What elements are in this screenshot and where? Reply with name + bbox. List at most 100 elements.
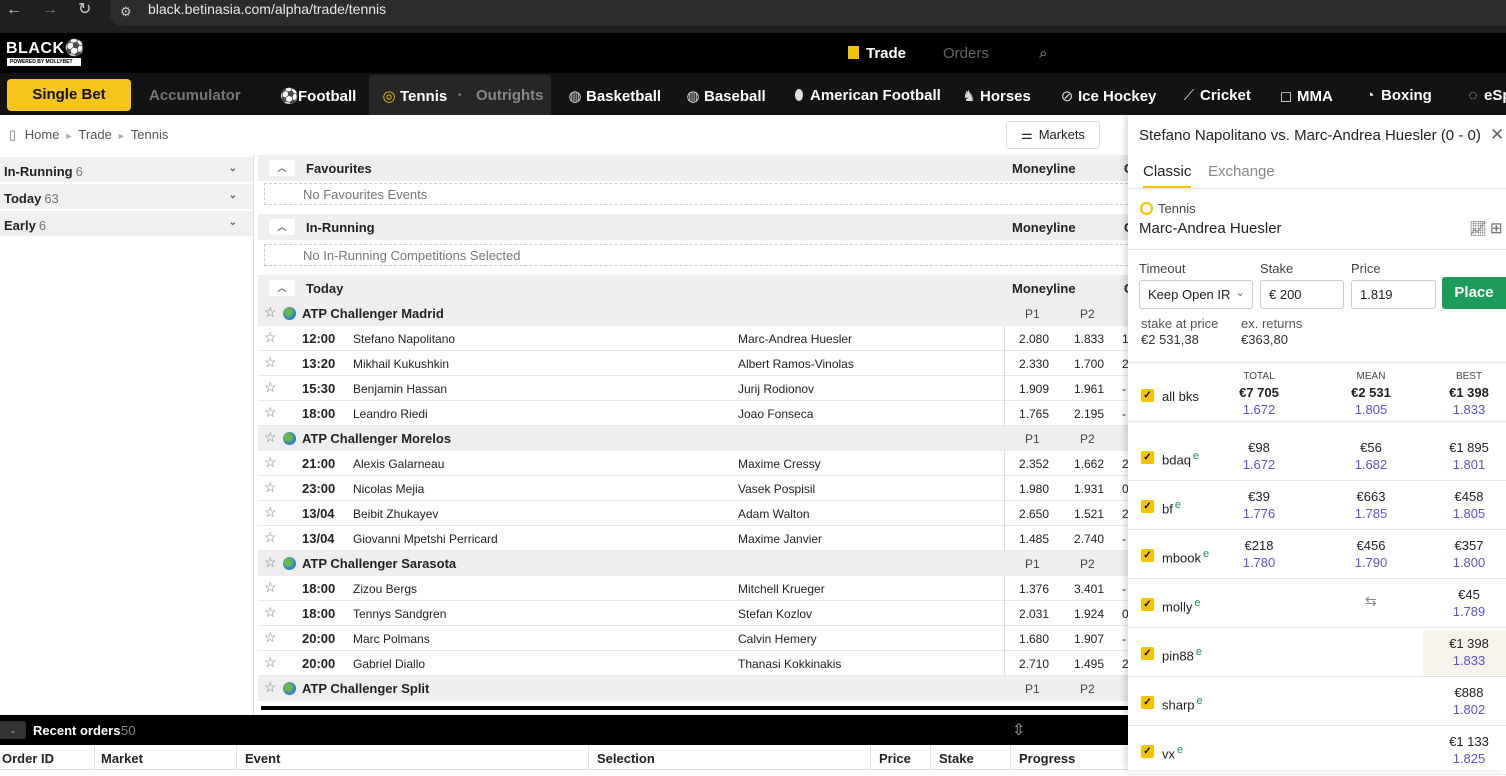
total-price[interactable]: 1.780 <box>1224 555 1294 570</box>
stake-input[interactable]: € 200 <box>1260 280 1344 309</box>
mean-price[interactable]: 1.785 <box>1336 506 1406 521</box>
col-progress[interactable]: Progress <box>1019 751 1075 776</box>
url-text[interactable]: black.betinasia.com/alpha/trade/tennis <box>148 1 386 17</box>
best-price[interactable]: 1.800 <box>1434 555 1504 570</box>
p1-price[interactable]: 1.909 <box>997 382 1049 396</box>
star-icon[interactable]: ☆ <box>264 504 277 521</box>
home-player[interactable]: Marc Polmans <box>353 632 430 646</box>
home-player[interactable]: Alexis Galarneau <box>353 457 444 471</box>
home-player[interactable]: Stefano Napolitano <box>353 332 455 346</box>
home-player[interactable]: Zizou Bergs <box>353 582 417 596</box>
sport-tab-cricket[interactable]: ⟋ Cricket <box>1182 87 1251 104</box>
home-player[interactable]: Benjamin Hassan <box>353 382 447 396</box>
best-price[interactable]: 1.833 <box>1434 653 1504 668</box>
p2-price[interactable]: 1.924 <box>1052 607 1104 621</box>
star-icon[interactable]: ☆ <box>264 554 277 571</box>
bookie-checkbox[interactable]: ✓ <box>1141 451 1154 464</box>
logo[interactable]: BLACK⚽ <box>6 38 85 58</box>
price-input[interactable]: 1.819 <box>1351 280 1436 309</box>
p2-price[interactable]: 1.662 <box>1052 457 1104 471</box>
match-row[interactable]: ☆ 18:00 Zizou Bergs Mitchell Krueger 1.376 3.… <box>258 576 1128 601</box>
away-player[interactable]: Thanasi Kokkinakis <box>738 657 841 671</box>
sidebar-toggle-icon[interactable]: ▯ <box>9 127 16 142</box>
match-row[interactable]: ☆ 20:00 Marc Polmans Calvin Hemery 1.680 1.90… <box>258 626 1128 651</box>
breadcrumb-home[interactable]: Home <box>25 127 60 142</box>
star-icon[interactable]: ☆ <box>264 629 277 646</box>
p2-price[interactable]: 1.700 <box>1052 357 1104 371</box>
reload-icon[interactable]: ↻ <box>78 0 91 20</box>
p1-price[interactable]: 1.765 <box>997 407 1049 421</box>
best-price[interactable]: 1.789 <box>1434 604 1504 619</box>
markets-button[interactable]: ⚌ Markets <box>1006 121 1100 149</box>
p1-price[interactable]: 2.080 <box>997 332 1049 346</box>
star-icon[interactable]: ☆ <box>264 404 277 421</box>
match-row[interactable]: ☆ 13/04 Beibit Zhukayev Adam Walton 2.650 1.5… <box>258 501 1128 526</box>
chart-icon[interactable]: 📈︎ <box>1469 220 1487 237</box>
sport-tab-horses[interactable]: ♞ Horses <box>962 87 1031 105</box>
bookie-checkbox[interactable]: ✓ <box>1141 647 1154 660</box>
away-player[interactable]: Maxime Janvier <box>738 532 822 546</box>
away-player[interactable]: Maxime Cressy <box>738 457 821 471</box>
p1-price[interactable]: 1.485 <box>997 532 1049 546</box>
p2-price[interactable]: 1.931 <box>1052 482 1104 496</box>
home-player[interactable]: Tennys Sandgren <box>353 607 446 621</box>
match-row[interactable]: ☆ 15:30 Benjamin Hassan Jurij Rodionov 1.909… <box>258 376 1128 401</box>
forward-icon[interactable]: → <box>42 0 58 20</box>
competition-name[interactable]: ATP Challenger Split <box>302 681 429 696</box>
competition-name[interactable]: ATP Challenger Sarasota <box>302 556 456 571</box>
all-bookies-checkbox[interactable]: ✓ <box>1141 389 1154 402</box>
star-icon[interactable]: ☆ <box>264 579 277 596</box>
p2-price[interactable]: 2.740 <box>1052 532 1104 546</box>
breadcrumb-tennis[interactable]: Tennis <box>131 127 169 142</box>
star-icon[interactable]: ☆ <box>264 329 277 346</box>
away-player[interactable]: Calvin Hemery <box>738 632 817 646</box>
away-player[interactable]: Joao Fonseca <box>738 407 813 421</box>
star-icon[interactable]: ☆ <box>264 479 277 496</box>
match-row[interactable]: ☆ 18:00 Tennys Sandgren Stefan Kozlov 2.031 1… <box>258 601 1128 626</box>
sport-tab-tennis[interactable]: ◎ Tennis <box>382 87 447 105</box>
star-icon[interactable]: ☆ <box>264 354 277 371</box>
match-row[interactable]: ☆ 18:00 Leandro Riedi Joao Fonseca 1.765 2.19… <box>258 401 1128 426</box>
p2-price[interactable]: 1.961 <box>1052 382 1104 396</box>
star-icon[interactable]: ☆ <box>264 679 277 696</box>
away-player[interactable]: Adam Walton <box>738 507 810 521</box>
match-row[interactable]: ☆ 21:00 Alexis Galarneau Maxime Cressy 2.352… <box>258 451 1128 476</box>
sport-tab-boxing[interactable]: ◔ Boxing <box>1363 87 1431 104</box>
filter-early[interactable]: Early 6 ⌄ <box>0 211 253 237</box>
match-row[interactable]: ☆ 20:00 Gabriel Diallo Thanasi Kokkinakis 2.… <box>258 651 1128 676</box>
col-order-id[interactable]: Order ID <box>2 751 54 776</box>
best-price[interactable]: 1.833 <box>1434 402 1504 417</box>
col-price[interactable]: Price <box>879 751 911 776</box>
col-selection[interactable]: Selection <box>597 751 655 776</box>
mean-price[interactable]: 1.682 <box>1336 457 1406 472</box>
orders-tab[interactable]: Orders <box>943 45 989 62</box>
timeout-select[interactable]: Keep Open IR ⌄ <box>1139 280 1253 309</box>
trade-tab[interactable]: Trade <box>848 45 906 62</box>
away-player[interactable]: Stefan Kozlov <box>738 607 812 621</box>
away-player[interactable]: Albert Ramos-Vinolas <box>738 357 854 371</box>
mean-price[interactable]: 1.805 <box>1336 402 1406 417</box>
home-player[interactable]: Beibit Zhukayev <box>353 507 438 521</box>
home-player[interactable]: Nicolas Mejia <box>353 482 424 496</box>
col-market[interactable]: Market <box>101 751 143 776</box>
match-row[interactable]: ☆ 12:00 Stefano Napolitano Marc-Andrea Hues… <box>258 326 1128 351</box>
bookie-checkbox[interactable]: ✓ <box>1141 745 1154 758</box>
star-icon[interactable]: ☆ <box>264 654 277 671</box>
match-row[interactable]: ☆ 13/04 Giovanni Mpetshi Perricard Maxime J… <box>258 526 1128 551</box>
bookie-checkbox[interactable]: ✓ <box>1141 696 1154 709</box>
star-icon[interactable]: ☆ <box>264 379 277 396</box>
p1-price[interactable]: 1.376 <box>997 582 1049 596</box>
total-price[interactable]: 1.672 <box>1224 402 1294 417</box>
p2-price[interactable]: 2.195 <box>1052 407 1104 421</box>
total-price[interactable]: 1.672 <box>1224 457 1294 472</box>
best-price[interactable]: 1.805 <box>1434 506 1504 521</box>
p1-price[interactable]: 2.031 <box>997 607 1049 621</box>
filter-today[interactable]: Today 63 ⌄ <box>0 184 253 210</box>
match-row[interactable]: ☆ 23:00 Nicolas Mejia Vasek Pospisil 1.980 1.… <box>258 476 1128 501</box>
single-bet-button[interactable]: Single Bet <box>7 79 131 111</box>
best-price[interactable]: 1.802 <box>1434 702 1504 717</box>
away-player[interactable]: Marc-Andrea Huesler <box>738 332 852 346</box>
collapse-icon[interactable]: ︿ <box>269 219 295 235</box>
home-player[interactable]: Giovanni Mpetshi Perricard <box>353 532 498 546</box>
search-icon[interactable]: ⌕ <box>1039 45 1047 62</box>
